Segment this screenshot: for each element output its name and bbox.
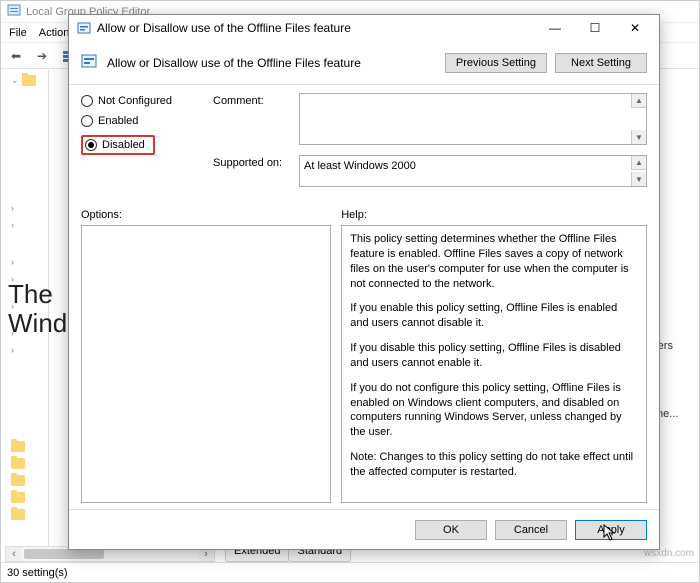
scroll-up-icon[interactable]: ▲	[631, 156, 646, 170]
minimize-button[interactable]: —	[535, 16, 575, 40]
dialog-title: Allow or Disallow use of the Offline Fil…	[97, 21, 535, 35]
policy-dialog: Allow or Disallow use of the Offline Fil…	[68, 14, 660, 550]
back-button[interactable]: ⬅	[5, 46, 27, 66]
scroll-left-icon[interactable]: ‹	[6, 547, 22, 561]
help-text: This policy setting determines whether t…	[350, 232, 638, 291]
comment-field[interactable]: ▲ ▼	[299, 93, 647, 145]
folder-icon	[22, 75, 36, 86]
dialog-body: Not Configured Enabled Disabled Comment:…	[69, 85, 659, 509]
status-bar: 30 setting(s)	[1, 562, 699, 582]
radio-group: Not Configured Enabled Disabled	[81, 93, 201, 203]
radio-disabled[interactable]: Disabled	[81, 135, 155, 155]
help-text: Note: Changes to this policy setting do …	[350, 450, 638, 480]
folder-icon	[11, 509, 25, 520]
folder-icon	[11, 492, 25, 503]
options-panel	[81, 225, 331, 503]
cancel-button[interactable]: Cancel	[495, 520, 567, 540]
supported-on-field: At least Windows 2000 ▲ ▼	[299, 155, 647, 187]
folder-icon	[11, 458, 25, 469]
header-title: Allow or Disallow use of the Offline Fil…	[107, 56, 437, 70]
folder-icon	[11, 475, 25, 486]
apply-button[interactable]: Apply	[575, 520, 647, 540]
options-label: Options:	[81, 209, 331, 221]
help-text: If you disable this policy setting, Offl…	[350, 341, 638, 371]
supported-on-label: Supported on:	[213, 155, 299, 169]
policy-icon	[81, 53, 97, 72]
menu-action[interactable]: Action	[39, 27, 70, 39]
dialog-footer: OK Cancel Apply	[69, 509, 659, 549]
close-button[interactable]: ✕	[615, 16, 655, 40]
radio-not-configured[interactable]: Not Configured	[81, 95, 201, 107]
scroll-down-icon[interactable]: ▼	[631, 130, 646, 144]
dialog-header: Allow or Disallow use of the Offline Fil…	[69, 41, 659, 85]
forward-button[interactable]: ➔	[31, 46, 53, 66]
gpedit-icon	[7, 3, 21, 20]
radio-icon	[85, 139, 97, 151]
folder-icon	[11, 441, 25, 452]
comment-label: Comment:	[213, 93, 299, 107]
next-setting-button[interactable]: Next Setting	[555, 53, 647, 73]
maximize-button[interactable]: ☐	[575, 16, 615, 40]
menu-file[interactable]: File	[9, 27, 27, 39]
ok-button[interactable]: OK	[415, 520, 487, 540]
previous-setting-button[interactable]: Previous Setting	[445, 53, 547, 73]
help-label: Help:	[341, 209, 647, 221]
dialog-titlebar[interactable]: Allow or Disallow use of the Offline Fil…	[69, 15, 659, 41]
help-panel[interactable]: This policy setting determines whether t…	[341, 225, 647, 503]
scroll-thumb[interactable]	[24, 549, 104, 559]
policy-icon	[77, 21, 91, 35]
scroll-down-icon[interactable]: ▼	[631, 172, 646, 186]
radio-enabled[interactable]: Enabled	[81, 115, 201, 127]
radio-icon	[81, 95, 93, 107]
help-text: If you do not configure this policy sett…	[350, 381, 638, 440]
status-text: 30 setting(s)	[7, 567, 68, 579]
help-text: If you enable this policy setting, Offli…	[350, 301, 638, 331]
radio-icon	[81, 115, 93, 127]
scroll-up-icon[interactable]: ▲	[631, 94, 646, 108]
